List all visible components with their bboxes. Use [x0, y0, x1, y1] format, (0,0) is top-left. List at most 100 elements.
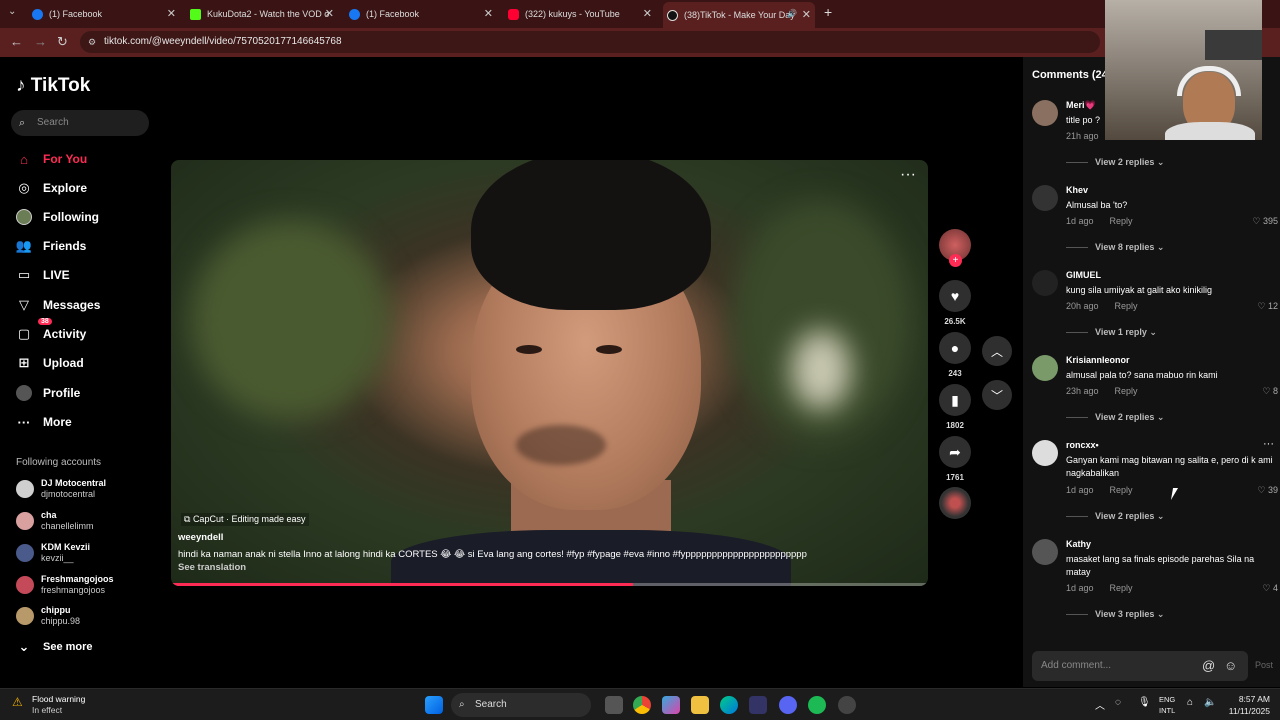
- nav-messages[interactable]: ▽ Messages: [16, 295, 100, 315]
- file-explorer-icon[interactable]: [691, 696, 709, 714]
- windows-start-icon[interactable]: [425, 696, 443, 714]
- microphone-icon[interactable]: 🎙: [1138, 697, 1151, 708]
- account-item[interactable]: chippu chippu.98: [16, 603, 80, 629]
- close-icon[interactable]: ✕: [643, 7, 652, 20]
- discord-icon[interactable]: [779, 696, 797, 714]
- post-button[interactable]: Post: [1255, 660, 1273, 670]
- save-button[interactable]: ▮ 1802: [939, 384, 971, 430]
- edge-icon[interactable]: [720, 696, 738, 714]
- reply-button[interactable]: Reply: [1115, 301, 1138, 311]
- add-comment-input[interactable]: Add comment... @ ☺: [1032, 651, 1248, 681]
- avatar[interactable]: [1032, 100, 1058, 126]
- view-replies-button[interactable]: View 1 reply ⌄: [1066, 327, 1157, 338]
- close-icon[interactable]: ✕: [167, 7, 176, 20]
- comment-user[interactable]: Krisiannleonor: [1066, 355, 1130, 365]
- nav-activity[interactable]: ▢ 38 Activity: [16, 318, 86, 344]
- share-button[interactable]: ➦ 1761: [939, 436, 971, 482]
- like-button[interactable]: ♥ 26.5K: [939, 280, 971, 326]
- avatar[interactable]: [1032, 270, 1058, 296]
- spotify-icon[interactable]: [808, 696, 826, 714]
- avatar[interactable]: [1032, 185, 1058, 211]
- new-tab-icon[interactable]: +: [824, 4, 832, 20]
- video-player[interactable]: ··· ⧉ CapCut · Editing made easy weeynde…: [171, 160, 928, 586]
- language-indicator[interactable]: ENG INTL: [1159, 694, 1175, 716]
- view-replies-button[interactable]: View 2 replies ⌄: [1066, 412, 1164, 423]
- reply-button[interactable]: Reply: [1110, 583, 1133, 593]
- account-item[interactable]: DJ Motocentral djmotocentral: [16, 476, 106, 502]
- comment-button[interactable]: ● 243: [939, 332, 971, 378]
- nav-live[interactable]: ▭ LIVE: [16, 265, 70, 285]
- emoji-icon[interactable]: ☺: [1224, 651, 1237, 681]
- url-field[interactable]: ⚙ tiktok.com/@weeyndell/video/7570520177…: [80, 31, 1100, 53]
- more-options-icon[interactable]: ···: [900, 166, 916, 184]
- reply-button[interactable]: Reply: [1110, 485, 1133, 495]
- forward-icon[interactable]: →: [34, 34, 47, 49]
- avatar[interactable]: [1032, 539, 1058, 565]
- app-icon[interactable]: [838, 696, 856, 714]
- comment-user[interactable]: Kathy: [1066, 539, 1091, 549]
- account-item[interactable]: KDM Kevzii kevzii__: [16, 540, 90, 566]
- tab-youtube[interactable]: (322) kukuys - YouTube ✕: [504, 4, 656, 24]
- view-replies-button[interactable]: View 2 replies ⌄: [1066, 157, 1164, 168]
- comment-user[interactable]: Khev: [1066, 185, 1088, 195]
- comment-likes[interactable]: ♡ 395: [1252, 216, 1278, 227]
- nav-friends[interactable]: 👥 Friends: [16, 236, 86, 256]
- view-replies-button[interactable]: View 2 replies ⌄: [1066, 511, 1164, 522]
- search-input[interactable]: ⌕ Search: [11, 110, 149, 136]
- tray-icon[interactable]: ◌: [1115, 697, 1121, 708]
- tab-tiktok[interactable]: (38)TikTok - Make Your Day 🔊 ✕: [663, 2, 815, 28]
- capcut-tag[interactable]: ⧉ CapCut · Editing made easy: [181, 513, 309, 526]
- reload-icon[interactable]: ↻: [57, 34, 68, 50]
- mention-icon[interactable]: @: [1202, 651, 1215, 681]
- view-replies-button[interactable]: View 8 replies ⌄: [1066, 242, 1164, 253]
- account-item[interactable]: Freshmangojoos freshmangojoos: [16, 572, 114, 598]
- speaker-icon[interactable]: 🔊: [787, 9, 797, 18]
- see-more-button[interactable]: ⌄ See more: [16, 637, 93, 657]
- tray-chevron-icon[interactable]: ︿: [1095, 697, 1105, 712]
- tab-facebook-2[interactable]: (1) Facebook ✕: [345, 4, 497, 24]
- tab-kick[interactable]: KukuDota2 - Watch the VOD on ✕: [186, 4, 338, 24]
- nav-following[interactable]: Following: [16, 207, 99, 227]
- comment-more-icon[interactable]: ···: [1263, 438, 1274, 450]
- comment-user[interactable]: GIMUEL: [1066, 270, 1101, 280]
- previous-video-button[interactable]: ︿: [982, 336, 1012, 366]
- site-info-icon[interactable]: ⚙: [88, 31, 96, 53]
- system-clock[interactable]: 8:57 AM 11/11/2025: [1229, 693, 1270, 717]
- nav-profile[interactable]: Profile: [16, 383, 80, 403]
- taskbar-search[interactable]: ⌕ Search: [451, 693, 591, 717]
- view-replies-button[interactable]: View 3 replies ⌄: [1066, 609, 1164, 620]
- reply-button[interactable]: Reply: [1115, 386, 1138, 396]
- store-icon[interactable]: [749, 696, 767, 714]
- nav-upload[interactable]: ⊞ Upload: [16, 353, 84, 373]
- account-item[interactable]: cha chanellelimm: [16, 508, 94, 534]
- comment-likes[interactable]: ♡ 4: [1262, 583, 1278, 594]
- see-translation-link[interactable]: See translation: [178, 562, 246, 573]
- task-view-icon[interactable]: [605, 696, 623, 714]
- close-icon[interactable]: ✕: [325, 7, 334, 20]
- close-icon[interactable]: ✕: [484, 7, 493, 20]
- nav-more[interactable]: ··· More: [16, 412, 72, 432]
- comment-user[interactable]: roncxx•: [1066, 440, 1099, 450]
- tab-facebook-1[interactable]: (1) Facebook ✕: [28, 4, 180, 24]
- volume-icon[interactable]: 🔈: [1204, 697, 1216, 708]
- network-icon[interactable]: ⌂: [1187, 697, 1193, 708]
- copilot-icon[interactable]: [662, 696, 680, 714]
- comment-likes[interactable]: ♡ 8: [1262, 386, 1278, 397]
- weather-widget[interactable]: ⚠ Flood warning In effect: [12, 694, 85, 716]
- video-progress-bar[interactable]: [171, 583, 928, 586]
- video-author[interactable]: weeyndell: [178, 532, 223, 543]
- nav-explore[interactable]: ◎ Explore: [16, 178, 87, 198]
- back-icon[interactable]: ←: [10, 34, 23, 49]
- tab-list-icon[interactable]: ⌄: [8, 6, 16, 17]
- comment-user[interactable]: Meri💗: [1066, 100, 1096, 111]
- nav-for-you[interactable]: ⌂ For You: [16, 149, 87, 169]
- chrome-icon[interactable]: [633, 696, 651, 714]
- sound-disc[interactable]: [939, 487, 971, 519]
- reply-button[interactable]: Reply: [1110, 216, 1133, 226]
- tiktok-logo[interactable]: ♪ TikTok: [16, 75, 90, 97]
- avatar[interactable]: [1032, 355, 1058, 381]
- comment-likes[interactable]: ♡ 12: [1257, 301, 1278, 312]
- next-video-button[interactable]: ﹀: [982, 380, 1012, 410]
- creator-avatar[interactable]: +: [939, 229, 971, 267]
- comment-likes[interactable]: ♡ 39: [1257, 485, 1278, 496]
